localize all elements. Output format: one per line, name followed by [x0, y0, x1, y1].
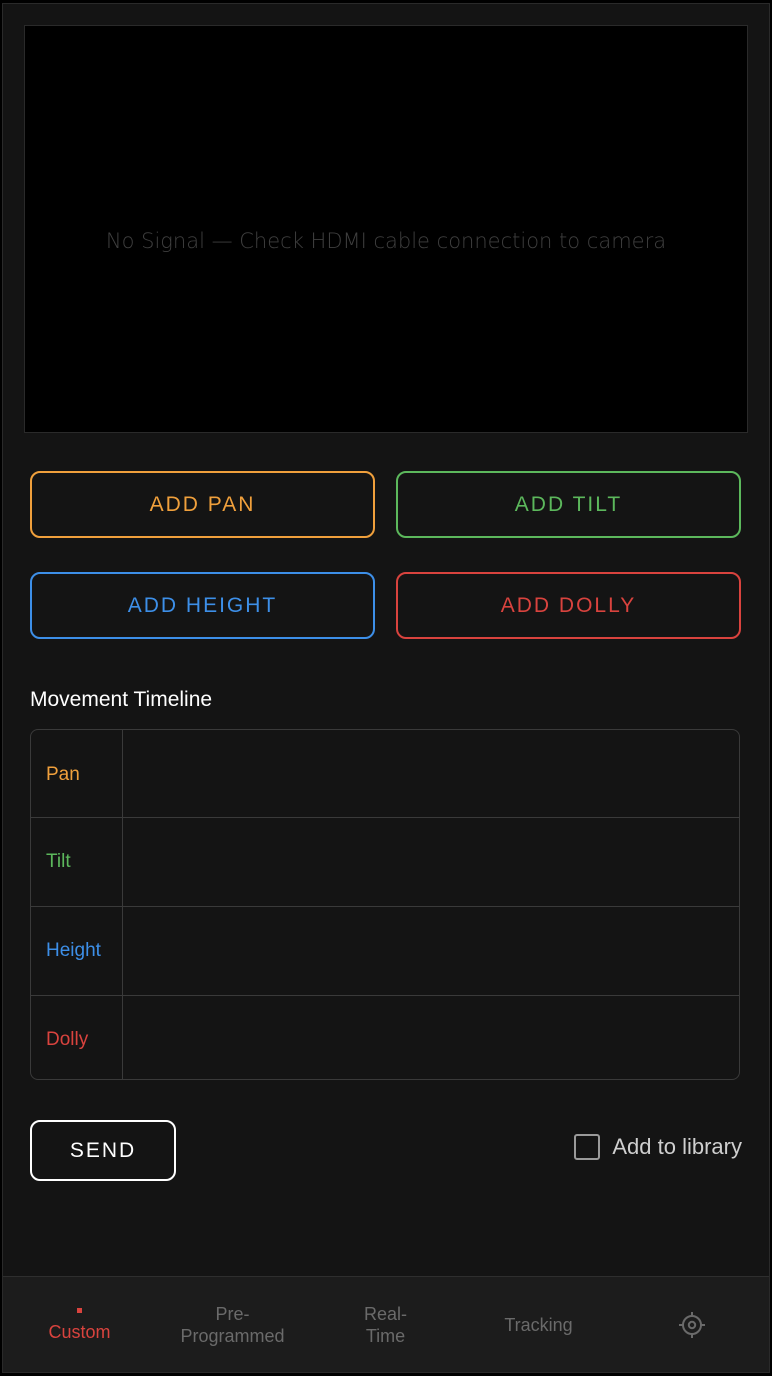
tab-settings[interactable]	[615, 1277, 768, 1372]
tab-real-time-label: Real- Time	[363, 1304, 407, 1346]
add-tilt-button[interactable]: ADD TILT	[396, 471, 741, 538]
track-pan: Pan	[31, 730, 739, 819]
active-indicator	[77, 1307, 82, 1313]
add-to-library-checkbox[interactable]	[574, 1134, 601, 1160]
add-to-library-label: Add to library	[612, 1134, 742, 1159]
add-height-button[interactable]: ADD HEIGHT	[30, 572, 375, 639]
track-height: Height	[31, 906, 739, 995]
track-tilt: Tilt	[31, 817, 739, 906]
no-signal-message: No Signal — Check HDMI cable connection …	[105, 229, 667, 253]
track-label-pan: Pan	[31, 730, 123, 819]
track-label-dolly: Dolly	[31, 996, 123, 1079]
tab-custom-label: Custom	[48, 1321, 111, 1342]
tab-real-time[interactable]: Real- Time	[309, 1277, 462, 1372]
tab-custom[interactable]: Custom	[3, 1277, 156, 1372]
movement-timeline: Pan Tilt Height Dolly	[30, 729, 740, 1080]
add-pan-button[interactable]: ADD PAN	[30, 471, 375, 538]
timeline-title: Movement Timeline	[30, 688, 213, 711]
tab-pre-programmed-label: Pre- Programmed	[180, 1304, 285, 1346]
gear-icon	[678, 1312, 705, 1338]
add-to-library[interactable]: Add to library	[574, 1134, 742, 1160]
bottom-nav: Custom Pre- Programmed Real- Time Tracki…	[3, 1276, 769, 1372]
tab-tracking-label: Tracking	[504, 1315, 573, 1335]
track-dolly: Dolly	[31, 995, 739, 1079]
track-label-height: Height	[31, 907, 123, 995]
track-lane-pan[interactable]	[123, 730, 739, 819]
track-lane-dolly[interactable]	[123, 996, 739, 1079]
tab-tracking[interactable]: Tracking	[462, 1277, 615, 1372]
track-lane-tilt[interactable]	[123, 818, 739, 906]
camera-preview: No Signal — Check HDMI cable connection …	[24, 25, 748, 433]
add-dolly-button[interactable]: ADD DOLLY	[396, 572, 741, 639]
track-lane-height[interactable]	[123, 907, 739, 995]
send-button[interactable]: SEND	[30, 1120, 176, 1181]
tab-pre-programmed[interactable]: Pre- Programmed	[156, 1277, 309, 1372]
track-label-tilt: Tilt	[31, 818, 123, 906]
app-frame: No Signal — Check HDMI cable connection …	[2, 3, 770, 1373]
